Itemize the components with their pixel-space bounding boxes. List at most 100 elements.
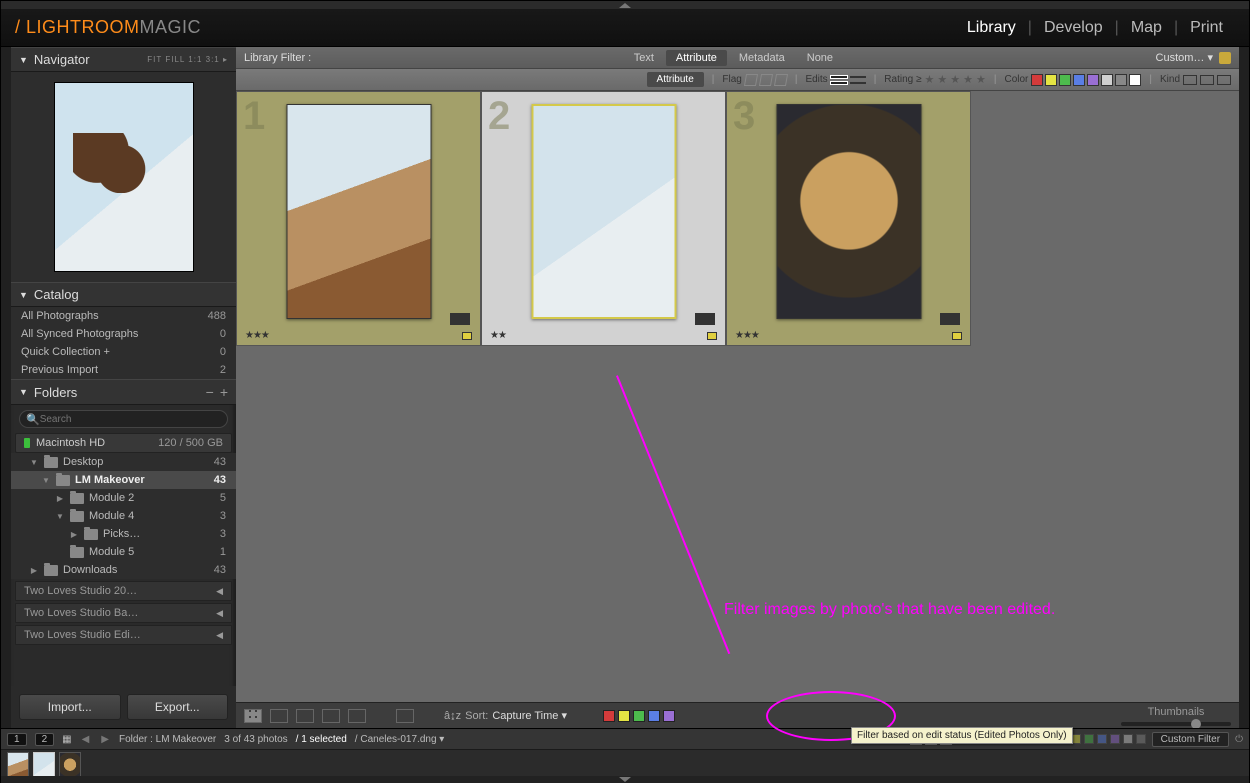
module-develop[interactable]: Develop [1032, 19, 1115, 37]
filter-tab-text[interactable]: Text [624, 50, 664, 66]
nav-back-icon[interactable]: ◀ [80, 734, 92, 745]
color-swatch[interactable] [1031, 74, 1043, 86]
fs-color-swatch[interactable] [1097, 734, 1107, 744]
label-color-swatch[interactable] [648, 710, 660, 722]
folder-row[interactable]: ▶Downloads43 [11, 561, 236, 579]
filter-tab-metadata[interactable]: Metadata [729, 50, 795, 66]
color-swatch[interactable] [1073, 74, 1085, 86]
fs-color-swatch[interactable] [1123, 734, 1133, 744]
color-swatch[interactable] [1045, 74, 1057, 86]
rating-star-2[interactable]: ★ [937, 73, 947, 86]
folder-row[interactable]: ▼Desktop43 [11, 453, 236, 471]
folders-search[interactable]: 🔍 [19, 410, 228, 428]
catalog-header[interactable]: ▼Catalog [11, 282, 236, 307]
folders-search-input[interactable] [40, 414, 221, 425]
folders-header[interactable]: ▼Folders −+ [11, 379, 236, 405]
thumbnail-grid[interactable]: 1 ★★★2 ★★3 ★★★ Filter images by photo's … [236, 91, 1239, 702]
breadcrumb-count: 3 of 43 photos [224, 734, 287, 745]
edit-badge-icon [450, 313, 470, 325]
folder-row[interactable]: ▼Module 43 [11, 507, 236, 525]
volume-collapsed[interactable]: Two Loves Studio Edi…◀ [15, 625, 232, 645]
view-people-icon[interactable] [348, 709, 366, 723]
thumbnail-size-slider[interactable]: Thumbnails [1121, 706, 1231, 726]
window-count-badge[interactable]: 1 [7, 733, 27, 746]
sort-field-dropdown[interactable]: Capture Time ▾ [492, 709, 567, 722]
app-header: / LIGHTROOMMAGIC Library | Develop | Map… [1, 9, 1249, 47]
rating-star-5[interactable]: ★ [976, 73, 986, 86]
folder-row[interactable]: ▼LM Makeover43 [11, 471, 236, 489]
grid-mini-icon[interactable]: ▦ [62, 734, 71, 745]
volume-collapsed[interactable]: Two Loves Studio 20…◀ [15, 581, 232, 601]
painter-icon[interactable] [396, 709, 414, 723]
fs-color-swatch[interactable] [1084, 734, 1094, 744]
label-color-swatch[interactable] [633, 710, 645, 722]
tooltip: Filter based on edit status (Edited Phot… [851, 727, 1073, 744]
label-color-swatch[interactable] [618, 710, 630, 722]
kind-virtual-icon[interactable] [1200, 75, 1214, 85]
grid-toolbar: â↨z Sort: Capture Time ▾ Thumbnails [236, 702, 1239, 728]
flag-unflagged-icon[interactable] [759, 74, 773, 86]
fs-color-swatch[interactable] [1136, 734, 1146, 744]
fs-filter-switch-icon[interactable]: ⏻ [1235, 734, 1243, 745]
folder-row[interactable]: ▶Module 25 [11, 489, 236, 507]
navigator-zoom-modes[interactable]: FIT FILL 1:1 3:1 ▸ [147, 55, 228, 64]
grid-cell[interactable]: 2 ★★ [481, 91, 726, 346]
color-swatch[interactable] [1059, 74, 1071, 86]
flag-rejected-icon[interactable] [774, 74, 788, 86]
rating-star-3[interactable]: ★ [950, 73, 960, 86]
color-swatch[interactable] [1129, 74, 1141, 86]
folder-row[interactable]: ▶Picks…3 [11, 525, 236, 543]
left-edge-handle[interactable] [1, 47, 11, 728]
catalog-row[interactable]: All Synced Photographs0 [11, 325, 236, 343]
secondary-window-badge[interactable]: 2 [35, 733, 55, 746]
label-color-swatch[interactable] [603, 710, 615, 722]
export-button[interactable]: Export... [127, 694, 229, 720]
edits-unedited-icon[interactable] [850, 74, 866, 86]
view-loupe-icon[interactable] [270, 709, 288, 723]
color-swatch[interactable] [1115, 74, 1127, 86]
breadcrumb-filename[interactable]: / Caneles-017.dng ▾ [355, 734, 445, 745]
kind-video-icon[interactable] [1217, 75, 1231, 85]
right-edge-handle[interactable] [1239, 47, 1249, 728]
edits-edited-icon[interactable] [831, 74, 847, 86]
color-swatch[interactable] [1101, 74, 1113, 86]
breadcrumb-folder[interactable]: Folder : LM Makeover [119, 734, 216, 745]
sort-direction-icon[interactable]: â↨z [444, 710, 461, 722]
import-button[interactable]: Import... [19, 694, 121, 720]
rating-star-1[interactable]: ★ [924, 73, 934, 86]
filter-tab-none[interactable]: None [797, 50, 843, 66]
color-label-icon [462, 332, 472, 340]
fs-color-swatch[interactable] [1110, 734, 1120, 744]
catalog-row[interactable]: Quick Collection +0 [11, 343, 236, 361]
view-grid-icon[interactable] [244, 709, 262, 723]
view-survey-icon[interactable] [322, 709, 340, 723]
color-swatch[interactable] [1087, 74, 1099, 86]
filter-lock-icon[interactable] [1219, 52, 1231, 64]
view-compare-icon[interactable] [296, 709, 314, 723]
volume-row[interactable]: Macintosh HD 120 / 500 GB [15, 433, 232, 453]
module-library[interactable]: Library [955, 19, 1028, 37]
folders-plus-icon[interactable]: + [220, 384, 228, 400]
filter-tab-attribute[interactable]: Attribute [666, 50, 727, 66]
edit-badge-icon [695, 313, 715, 325]
catalog-row[interactable]: Previous Import2 [11, 361, 236, 379]
search-icon: 🔍 [26, 413, 40, 426]
module-print[interactable]: Print [1178, 19, 1235, 37]
grid-cell[interactable]: 3 ★★★ [726, 91, 971, 346]
app-logo: / LIGHTROOMMAGIC [15, 17, 201, 38]
folders-minus-icon[interactable]: − [206, 384, 214, 400]
fs-filter-preset-dropdown[interactable]: Custom Filter [1152, 732, 1229, 747]
rating-star-4[interactable]: ★ [963, 73, 973, 86]
flag-picked-icon[interactable] [744, 74, 758, 86]
kind-master-icon[interactable] [1183, 75, 1197, 85]
folder-row[interactable]: Module 51 [11, 543, 236, 561]
catalog-row[interactable]: All Photographs488 [11, 307, 236, 325]
grid-cell[interactable]: 1 ★★★ [236, 91, 481, 346]
module-map[interactable]: Map [1119, 19, 1174, 37]
filter-preset-dropdown[interactable]: Custom… ▾ [1156, 51, 1213, 64]
label-color-swatch[interactable] [663, 710, 675, 722]
volume-collapsed[interactable]: Two Loves Studio Ba…◀ [15, 603, 232, 623]
navigator-preview[interactable] [11, 72, 236, 282]
nav-forward-icon[interactable]: ▶ [99, 734, 111, 745]
navigator-header[interactable]: ▼ Navigator FIT FILL 1:1 3:1 ▸ [11, 47, 236, 72]
